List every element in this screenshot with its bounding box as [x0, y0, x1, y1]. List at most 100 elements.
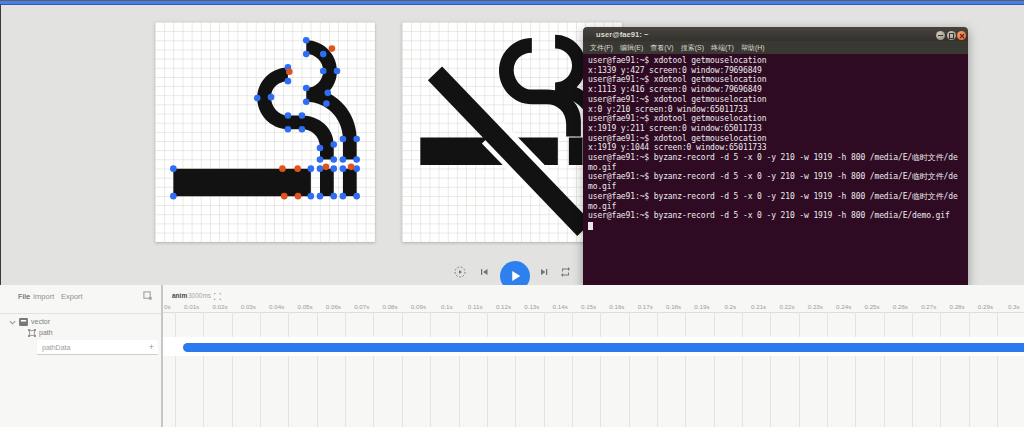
- path-point[interactable]: [340, 193, 347, 200]
- path-point[interactable]: [308, 165, 315, 172]
- path-point[interactable]: [320, 51, 327, 58]
- path-point[interactable]: [353, 193, 360, 200]
- file-menu[interactable]: File: [18, 292, 30, 301]
- path-point[interactable]: [317, 193, 324, 200]
- path-point[interactable]: [324, 90, 331, 97]
- path-point[interactable]: [330, 156, 337, 163]
- timeline-gridline: [232, 312, 233, 427]
- timeline-gridline: [657, 312, 658, 427]
- path-point[interactable]: [330, 141, 337, 148]
- path-point[interactable]: [295, 193, 302, 200]
- timeline-gridline: [430, 312, 431, 427]
- demo-icon[interactable]: [143, 291, 152, 300]
- path-point[interactable]: [299, 126, 306, 133]
- path-point[interactable]: [303, 37, 310, 44]
- path-point[interactable]: [329, 45, 336, 52]
- terminal-menu-item[interactable]: 终端(T): [711, 44, 734, 51]
- path-point[interactable]: [340, 156, 347, 163]
- timeline-gridline: [572, 312, 573, 427]
- tree-item-path[interactable]: path: [39, 329, 53, 336]
- timeline-animation-bar[interactable]: [183, 343, 1024, 352]
- path-point[interactable]: [294, 165, 301, 172]
- ruler-tick-label: 0.24s: [836, 303, 851, 310]
- ruler-tick-label: 0.09s: [411, 303, 426, 310]
- path-point[interactable]: [281, 193, 288, 200]
- terminal-titlebar[interactable]: user@fae91: ~: [583, 27, 968, 41]
- terminal-menu-item[interactable]: 编辑(E): [620, 44, 643, 51]
- panel-divider: [0, 313, 161, 314]
- skip-previous-button[interactable]: [478, 266, 490, 278]
- export-menu[interactable]: Export: [61, 292, 83, 301]
- path-point[interactable]: [334, 68, 341, 75]
- path-point[interactable]: [317, 165, 324, 172]
- path-point[interactable]: [340, 136, 347, 143]
- slow-motion-video-button[interactable]: [454, 266, 466, 278]
- terminal-window[interactable]: user@fae91: ~ 文件(F) 编辑(E) 查看(V) 搜索(S) 终端(T) 帮…: [583, 27, 968, 288]
- terminal-body[interactable]: user@fae91:~$ xdotool getmouselocationx:…: [583, 54, 968, 288]
- path-point[interactable]: [353, 156, 360, 163]
- path-point[interactable]: [286, 68, 293, 75]
- path-point[interactable]: [285, 78, 292, 85]
- path-point[interactable]: [285, 126, 292, 133]
- add-path-data-button[interactable]: +: [149, 342, 154, 352]
- left-edge-line: [0, 5, 1, 285]
- canvas-start-state[interactable]: [155, 22, 375, 242]
- path-point[interactable]: [299, 112, 306, 119]
- chevron-down-icon[interactable]: [9, 319, 16, 326]
- path-point[interactable]: [317, 156, 324, 163]
- path-point[interactable]: [303, 85, 310, 92]
- path-point[interactable]: [268, 94, 275, 101]
- path-point[interactable]: [279, 165, 286, 172]
- smoking-rooms-icon: [155, 22, 375, 242]
- timeline-gridline: [600, 312, 601, 427]
- ruler-tick-label: 0.2s: [724, 303, 736, 310]
- path-point[interactable]: [285, 112, 292, 119]
- skip-next-button[interactable]: [538, 266, 550, 278]
- ruler-tick-label: 0.07s: [354, 303, 369, 310]
- path-point[interactable]: [330, 165, 337, 172]
- path-point[interactable]: [254, 95, 261, 102]
- close-button[interactable]: [957, 31, 966, 40]
- app-root: user@fae91: ~ 文件(F) 编辑(E) 查看(V) 搜索(S) 终端(T) 帮…: [0, 0, 1024, 427]
- path-point[interactable]: [170, 165, 177, 172]
- animation-duration[interactable]: 3000ms: [188, 292, 211, 299]
- path-point[interactable]: [303, 98, 310, 105]
- ruler-tick-label: 0.16s: [609, 303, 624, 310]
- path-point[interactable]: [340, 165, 347, 172]
- path-point[interactable]: [320, 68, 327, 75]
- timeline-gridline: [175, 312, 176, 427]
- timeline-gridline: [714, 312, 715, 427]
- path-point[interactable]: [323, 164, 330, 171]
- path-point[interactable]: [303, 51, 310, 58]
- path-point[interactable]: [323, 100, 330, 107]
- expand-icon[interactable]: [214, 293, 221, 300]
- terminal-menu-item[interactable]: 查看(V): [650, 44, 673, 51]
- terminal-line: mo.gif: [583, 202, 968, 212]
- path-point[interactable]: [330, 193, 337, 200]
- ruler-tick-label: 0.25s: [864, 303, 879, 310]
- ruler-tick-label: 0.3s: [1008, 303, 1020, 310]
- animation-name[interactable]: anim: [172, 292, 187, 299]
- path-point[interactable]: [308, 193, 315, 200]
- terminal-line: user@fae91:~$ byzanz-record -d 5 -x 0 -y…: [583, 172, 968, 182]
- path-point[interactable]: [317, 145, 324, 152]
- path-data-field[interactable]: pathData +: [37, 340, 158, 355]
- path-point[interactable]: [353, 136, 360, 143]
- terminal-line: x:0 y:210 screen:0 window:65011733: [583, 105, 968, 115]
- tree-item-vector[interactable]: vector: [31, 318, 50, 325]
- terminal-cursor: [588, 222, 593, 231]
- path-point[interactable]: [170, 193, 177, 200]
- minimize-button[interactable]: [936, 31, 945, 40]
- ruler-tick-label: 0.22s: [779, 303, 794, 310]
- terminal-menu-item[interactable]: 搜索(S): [681, 44, 704, 51]
- maximize-button[interactable]: [947, 31, 956, 40]
- terminal-menu-item[interactable]: 文件(F): [590, 44, 613, 51]
- terminal-menu-item[interactable]: 帮助(H): [741, 44, 765, 51]
- vertical-divider[interactable]: [161, 285, 163, 427]
- repeat-button[interactable]: [559, 266, 572, 278]
- terminal-line: x:1919 y:211 screen:0 window:65011733: [583, 124, 968, 134]
- import-menu[interactable]: Import: [33, 292, 54, 301]
- terminal-menubar[interactable]: 文件(F) 编辑(E) 查看(V) 搜索(S) 终端(T) 帮助(H): [583, 41, 968, 54]
- terminal-line: x:1339 y:427 screen:0 window:79696849: [583, 66, 968, 76]
- path-point[interactable]: [348, 164, 355, 171]
